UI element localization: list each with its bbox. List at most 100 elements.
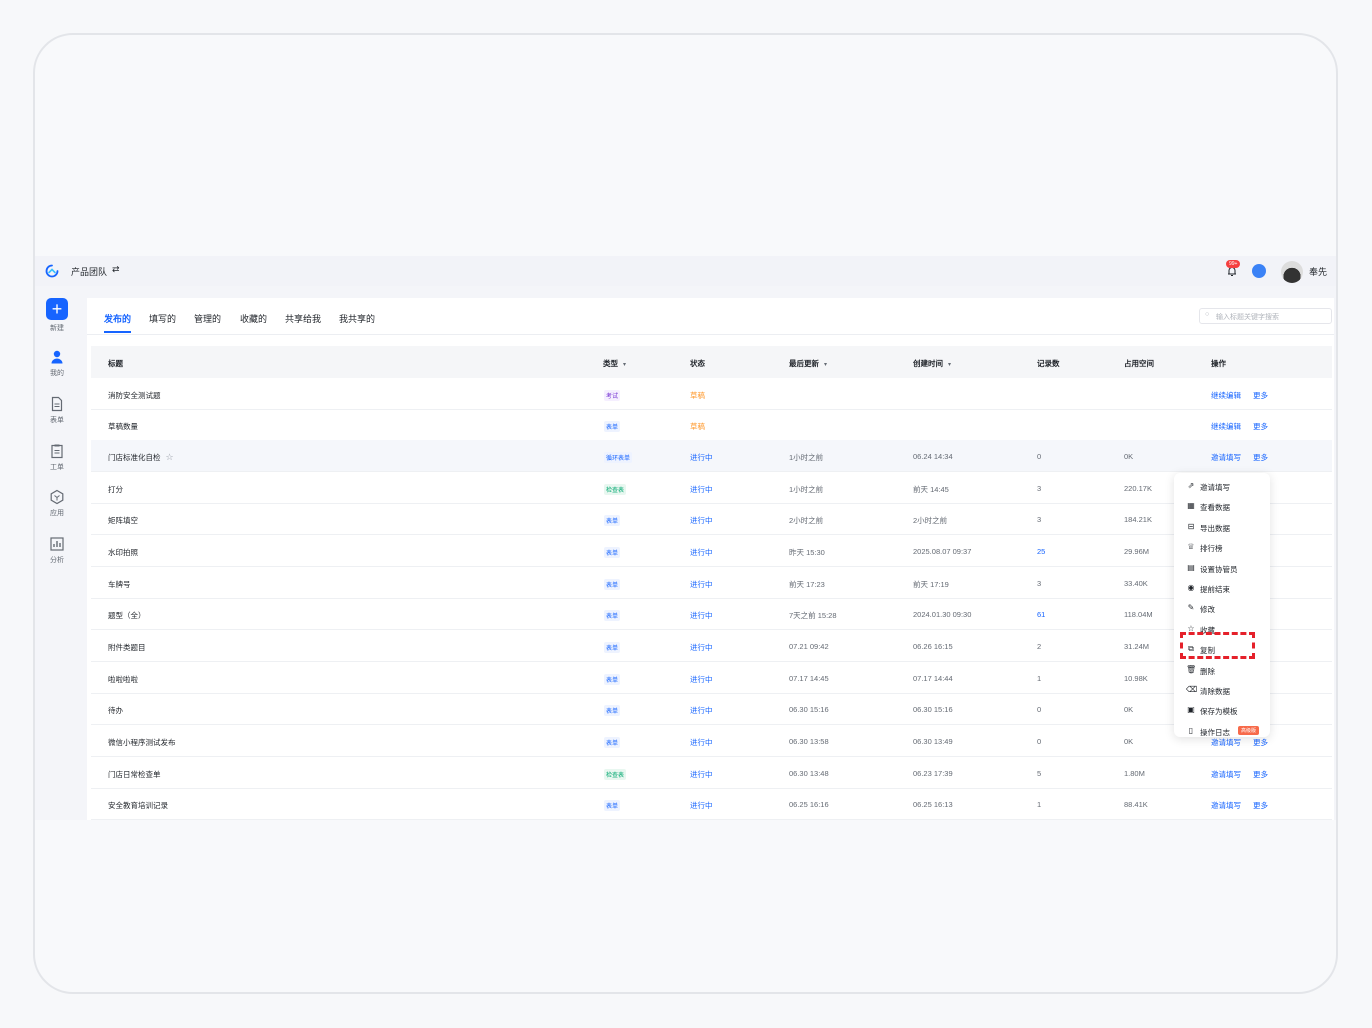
updated-time: 7天之前 15:28 <box>789 611 837 620</box>
row-title[interactable]: 消防安全测试题 <box>108 390 161 401</box>
sidebar-item-apps[interactable]: 应用 <box>35 489 79 529</box>
status-text: 进行中 <box>690 453 713 462</box>
more-link[interactable]: 更多 <box>1253 769 1268 780</box>
menu-item-admin[interactable]: ▤ 设置协管员 <box>1174 558 1270 578</box>
sidebar-item-analysis[interactable]: 分析 <box>35 536 79 576</box>
menu-item-label: 提前结束 <box>1200 585 1230 594</box>
table-row[interactable]: 附件类题目 表单 进行中 07.21 09:42 06.26 16:15 2 31.24M <box>91 630 1332 662</box>
primary-action-link[interactable]: 邀请填写 <box>1211 452 1241 463</box>
table-row[interactable]: 安全教育培训记录 表单 进行中 06.25 16:16 06.25 16:13 1 88.4… <box>91 788 1332 820</box>
primary-action-link[interactable]: 邀请填写 <box>1211 800 1241 811</box>
tab-shared-with-me[interactable]: 共享给我 <box>285 312 321 325</box>
row-title[interactable]: 啦啦啦啦 <box>108 674 138 685</box>
header-created[interactable]: 创建时间 ▾ <box>913 358 951 369</box>
menu-item-data[interactable]: ▦ 查看数据 <box>1174 496 1270 516</box>
menu-item-export[interactable]: ⊟ 导出数据 <box>1174 517 1270 537</box>
menu-item-share[interactable]: ⇗ 邀请填写 <box>1174 476 1270 496</box>
header-title: 标题 <box>108 359 123 368</box>
primary-action-link[interactable]: 继续编辑 <box>1211 390 1241 401</box>
more-link[interactable]: 更多 <box>1253 390 1268 401</box>
sidebar-item-label: 分析 <box>50 557 64 564</box>
table-row[interactable]: 消防安全测试题 考试 草稿 继续编辑 更多 <box>91 378 1332 410</box>
help-icon[interactable] <box>1252 264 1266 278</box>
more-link[interactable]: 更多 <box>1253 421 1268 432</box>
table-row[interactable]: 啦啦啦啦 表单 进行中 07.17 14:45 07.17 14:44 1 10.98K <box>91 662 1332 694</box>
record-count[interactable]: 61 <box>1037 610 1045 619</box>
row-title[interactable]: 附件类题目 <box>108 642 146 653</box>
row-title[interactable]: 打分 <box>108 484 123 495</box>
sidebar-item-label: 新建 <box>50 325 64 332</box>
tab-my-shared[interactable]: 我共享的 <box>339 312 375 325</box>
row-title[interactable]: 矩阵填空 <box>108 515 138 526</box>
log-icon: ▯ <box>1188 725 1194 735</box>
created-time: 06.25 16:13 <box>913 800 953 809</box>
created-time: 06.24 14:34 <box>913 452 953 461</box>
created-time: 2024.01.30 09:30 <box>913 610 972 619</box>
star-icon[interactable]: ☆ <box>166 452 174 462</box>
table-row[interactable]: 草稿数量 表单 草稿 继续编辑 更多 <box>91 409 1332 441</box>
menu-item-clear[interactable]: ⌫ 清除数据 <box>1174 680 1270 700</box>
search-box[interactable]: ○ <box>1199 308 1333 324</box>
menu-item-template[interactable]: ▣ 保存为模板 <box>1174 700 1270 720</box>
menu-item-trash[interactable]: 🗑 删除 <box>1174 660 1270 680</box>
storage-size: 118.04M <box>1124 610 1153 619</box>
sidebar-item-new[interactable]: + 新建 <box>35 298 79 338</box>
record-count[interactable]: 25 <box>1037 547 1045 556</box>
menu-item-label: 清除数据 <box>1200 687 1230 696</box>
header-type[interactable]: 类型 ▾ <box>603 358 626 369</box>
menu-item-stop[interactable]: ◉ 提前结束 <box>1174 578 1270 598</box>
app-window: 产品团队 ⇄ 99+ 奉先 + 新建 我的 表单 工单 应用 分析 发布的 填写… <box>35 256 1336 820</box>
row-title[interactable]: 门店标准化自检 ☆ <box>108 452 174 463</box>
username[interactable]: 奉先 <box>1309 265 1327 278</box>
table-row[interactable]: 门店日常检查单 检查表 进行中 06.30 13:48 06.23 17:39 5 1.80… <box>91 757 1332 789</box>
team-name[interactable]: 产品团队 <box>71 265 107 278</box>
stop-icon: ◉ <box>1187 583 1195 592</box>
tab-filled[interactable]: 填写的 <box>149 312 176 325</box>
row-title[interactable]: 门店日常检查单 <box>108 769 161 780</box>
menu-item-label: 保存为模板 <box>1200 707 1238 717</box>
sidebar-item-forms[interactable]: 表单 <box>35 396 79 436</box>
table-row[interactable]: 矩阵填空 表单 进行中 2小时之前 2小时之前 3 184.21K <box>91 503 1332 535</box>
primary-action-link[interactable]: 邀请填写 <box>1211 769 1241 780</box>
sidebar-item-mine[interactable]: 我的 <box>35 349 79 389</box>
row-title[interactable]: 水印拍照 <box>108 547 138 558</box>
row-title[interactable]: 草稿数量 <box>108 421 138 432</box>
table-row[interactable]: 打分 检查表 进行中 1小时之前 前天 14:45 3 220.17K <box>91 472 1332 504</box>
tab-managed[interactable]: 管理的 <box>194 312 221 325</box>
row-title[interactable]: 安全教育培训记录 <box>108 800 168 811</box>
more-link[interactable]: 更多 <box>1253 452 1268 463</box>
sidebar: + 新建 我的 表单 工单 应用 分析 <box>35 286 79 820</box>
row-title-text: 门店标准化自检 <box>108 453 161 462</box>
menu-item-trophy[interactable]: ♕ 排行榜 <box>1174 537 1270 557</box>
record-count: 3 <box>1037 579 1042 588</box>
row-title[interactable]: 车牌号 <box>108 579 131 590</box>
menu-item-edit[interactable]: ✎ 修改 <box>1174 598 1270 618</box>
search-input[interactable] <box>1214 310 1333 324</box>
type-tag: 表单 <box>604 547 621 558</box>
table-row[interactable]: 待办 表单 进行中 06.30 15:16 06.30 15:16 0 0K <box>91 693 1332 725</box>
table-row[interactable]: 微信小程序测试发布 表单 进行中 06.30 13:58 06.30 13:49 0 0K 邀… <box>91 725 1332 757</box>
more-link[interactable]: 更多 <box>1253 800 1268 811</box>
storage-size: 88.41K <box>1124 800 1148 809</box>
record-count: 2 <box>1037 642 1042 651</box>
table-row[interactable]: 题型（全） 表单 进行中 7天之前 15:28 2024.01.30 09:30 61 11… <box>91 598 1332 630</box>
type-tag: 表单 <box>604 737 621 748</box>
header-updated[interactable]: 最后更新 ▾ <box>789 358 827 369</box>
switch-team-icon[interactable]: ⇄ <box>112 264 120 275</box>
sidebar-item-workorder[interactable]: 工单 <box>35 443 79 483</box>
primary-action-link[interactable]: 继续编辑 <box>1211 421 1241 432</box>
table-row[interactable]: 车牌号 表单 进行中 前天 17:23 前天 17:19 3 33.40K <box>91 567 1332 599</box>
row-title[interactable]: 待办 <box>108 705 123 716</box>
updated-time: 昨天 15:30 <box>789 548 825 557</box>
row-title[interactable]: 题型（全） <box>108 610 146 621</box>
row-title[interactable]: 微信小程序测试发布 <box>108 737 176 748</box>
table-row[interactable]: 水印拍照 表单 进行中 昨天 15:30 2025.08.07 09:37 25 29.96… <box>91 535 1332 567</box>
row-title-text: 门店日常检查单 <box>108 770 161 779</box>
row-title-text: 待办 <box>108 706 123 715</box>
avatar[interactable] <box>1281 261 1303 283</box>
updated-time: 前天 17:23 <box>789 580 825 589</box>
tab-published[interactable]: 发布的 <box>104 312 131 325</box>
tab-favorites[interactable]: 收藏的 <box>240 312 267 325</box>
menu-item-log[interactable]: ▯ 操作日志 高级版 <box>1174 721 1270 741</box>
table-row[interactable]: 门店标准化自检 ☆ 循环表单 进行中 1小时之前 06.24 14:34 0 0K 邀请填写 更多 <box>91 440 1332 472</box>
